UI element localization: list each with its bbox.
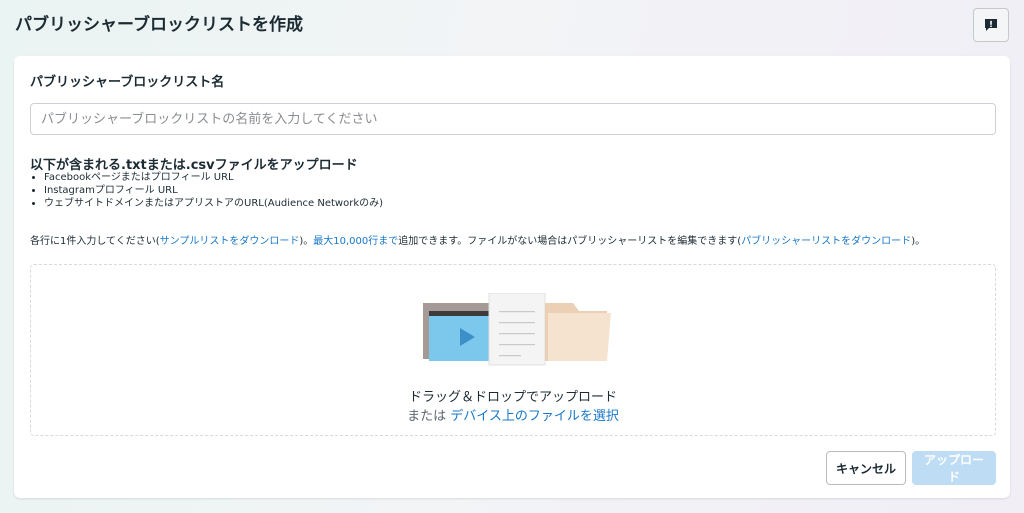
requirement-item: Facebookページまたはプロフィール URL [44, 171, 383, 184]
instructions-text: 各行に1件入力してください( [30, 236, 160, 247]
select-file-row: または デバイス上のファイルを選択 [31, 405, 995, 424]
blocklist-name-label: パブリッシャーブロックリスト名 [30, 75, 225, 90]
page-title: パブリッシャーブロックリストを作成 [15, 15, 303, 35]
instructions-text: )。 [299, 236, 314, 247]
requirement-item: Instagramプロフィール URL [44, 184, 383, 197]
publisher-list-download-link[interactable]: パブリッシャーリストをダウンロード [741, 236, 911, 247]
upload-instructions: 各行に1件入力してください(サンプルリストをダウンロード)。最大10,000行ま… [30, 235, 925, 249]
requirement-item: ウェブサイトドメインまたはアプリストアのURL(Audience Network… [44, 197, 383, 210]
cancel-button[interactable]: キャンセル [826, 451, 906, 485]
or-text: または [407, 409, 447, 424]
sample-list-download-link[interactable]: サンプルリストをダウンロード [160, 236, 300, 247]
upload-illustration-icon [423, 293, 611, 366]
drag-drop-text: ドラッグ＆ドロップでアップロード [408, 390, 617, 405]
upload-button[interactable]: アップロード [912, 451, 996, 485]
row-limit-link[interactable]: 最大10,000行まで [313, 236, 398, 247]
file-dropzone[interactable]: ドラッグ＆ドロップでアップロード または デバイス上のファイルを選択 [30, 264, 996, 436]
instructions-text: )。 [911, 236, 926, 247]
instructions-text: 追加できます。ファイルがない場合はパブリッシャーリストを編集できます( [398, 236, 742, 247]
create-blocklist-card: パブリッシャーブロックリスト名 以下が含まれる.txtまたは.csvファイルをア… [14, 56, 1010, 498]
blocklist-name-input[interactable] [30, 103, 996, 135]
feedback-button[interactable] [973, 8, 1009, 42]
feedback-icon [985, 19, 997, 31]
file-requirements-list: Facebookページまたはプロフィール URL Instagramプロフィール… [30, 171, 383, 210]
select-file-link[interactable]: デバイス上のファイルを選択 [450, 409, 619, 424]
